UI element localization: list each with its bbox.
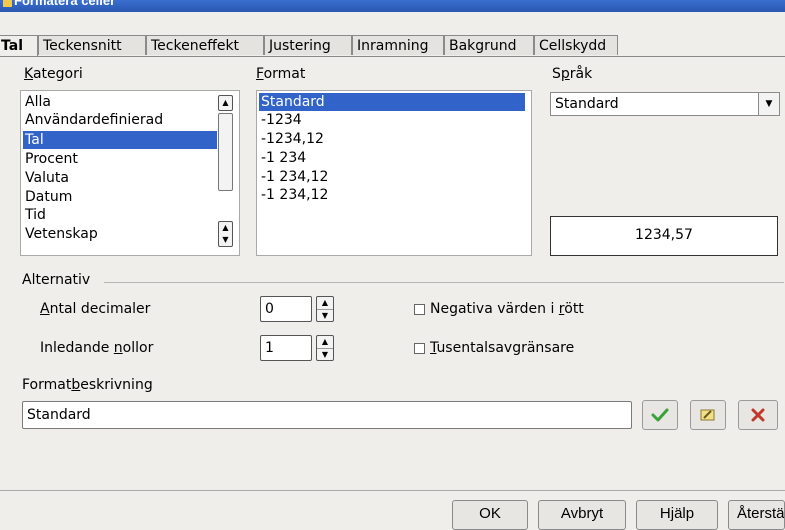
list-item-selected[interactable]: Standard [259, 93, 525, 111]
tab-divider [0, 56, 785, 57]
tab-bakgrund[interactable]: Bakgrund [444, 35, 534, 55]
scroll-down-button[interactable]: ▲ ▼ [218, 221, 233, 247]
list-item[interactable]: Procent [23, 150, 80, 168]
scroll-up-button[interactable]: ▲ [218, 95, 233, 111]
list-item[interactable]: -1234,12 [259, 130, 326, 148]
negative-red-checkbox[interactable] [414, 304, 425, 315]
chevron-down-icon[interactable]: ▼ [758, 93, 779, 115]
alternativ-heading: Alternativ [22, 272, 91, 288]
edit-comment-button[interactable] [690, 400, 726, 430]
reset-button[interactable]: Återställ [728, 500, 785, 530]
tab-teckensnitt[interactable]: Teckensnitt [38, 35, 146, 55]
format-label: Format [256, 66, 306, 82]
format-listbox[interactable]: Standard -1234 -1234,12 -1 234 -1 234,12… [256, 90, 532, 256]
sprak-label: Språk [552, 66, 593, 82]
footer-divider [0, 490, 785, 491]
format-code-label: Formatbeskrivning [22, 377, 153, 393]
tab-teckeneffekt[interactable]: Teckeneffekt [146, 35, 264, 55]
spin-up-icon[interactable]: ▲ [317, 297, 333, 309]
spin-up-icon[interactable]: ▲ [317, 336, 333, 348]
decimals-label: Antal decimaler [40, 301, 151, 317]
format-code-input[interactable]: Standard [22, 401, 632, 429]
cancel-button[interactable]: Avbryt [538, 500, 626, 530]
leading-zeros-label: Inledande nollor [40, 340, 154, 356]
decimals-field[interactable]: 0 [260, 296, 312, 322]
kategori-label: Kategori [24, 66, 83, 82]
negative-red-label: Negativa värden i rött [430, 301, 584, 317]
scrollbar-thumb[interactable] [218, 113, 233, 191]
edit-comment-icon [700, 409, 715, 421]
tab-cellskydd[interactable]: Cellskydd [534, 35, 618, 55]
decimals-spinner[interactable]: ▲ ▼ [316, 296, 334, 322]
tab-tal[interactable]: Tal [0, 35, 38, 57]
group-divider [104, 282, 784, 283]
thousands-separator-checkbox[interactable] [414, 343, 425, 354]
list-item[interactable]: Valuta [23, 169, 71, 187]
leading-zeros-spinner[interactable]: ▲ ▼ [316, 335, 334, 361]
list-item[interactable]: Vetenskap [23, 225, 100, 243]
spin-down-icon[interactable]: ▼ [317, 309, 333, 322]
help-button[interactable]: Hjälp [636, 500, 718, 530]
preview-value: 1234,57 [635, 227, 693, 243]
sprak-dropdown[interactable]: Standard ▼ [550, 92, 780, 116]
delete-button[interactable] [738, 400, 778, 430]
checkmark-icon [651, 408, 669, 422]
window-title: Formatera celler [14, 0, 116, 8]
delete-x-icon [751, 408, 765, 422]
list-item[interactable]: -1 234 [259, 149, 308, 167]
tab-inramning[interactable]: Inramning [352, 35, 444, 55]
list-item[interactable]: Alla [23, 93, 53, 111]
list-item-selected[interactable]: Tal [23, 131, 217, 149]
accept-button[interactable] [642, 400, 678, 430]
list-item[interactable]: -1 234,12 [259, 186, 330, 204]
tab-justering[interactable]: Justering [264, 35, 352, 55]
list-item[interactable]: Tid [23, 206, 48, 224]
thousands-separator-label: Tusentalsavgränsare [430, 340, 575, 356]
list-item[interactable]: Användardefinierad [23, 111, 165, 129]
kategori-listbox[interactable]: Alla Användardefinierad Tal Procent Valu… [20, 90, 240, 256]
title-bar: Formatera celler [0, 0, 785, 12]
leading-zeros-field[interactable]: 1 [260, 335, 312, 361]
list-item[interactable]: -1 234,12 [259, 168, 330, 186]
ok-button[interactable]: OK [452, 500, 528, 530]
list-item[interactable]: Datum [23, 188, 74, 206]
app-icon [3, 0, 12, 7]
format-preview: 1234,57 [550, 216, 778, 256]
sprak-value: Standard [555, 96, 619, 112]
spin-down-icon[interactable]: ▼ [317, 348, 333, 361]
list-item[interactable]: -1234 [259, 111, 304, 129]
